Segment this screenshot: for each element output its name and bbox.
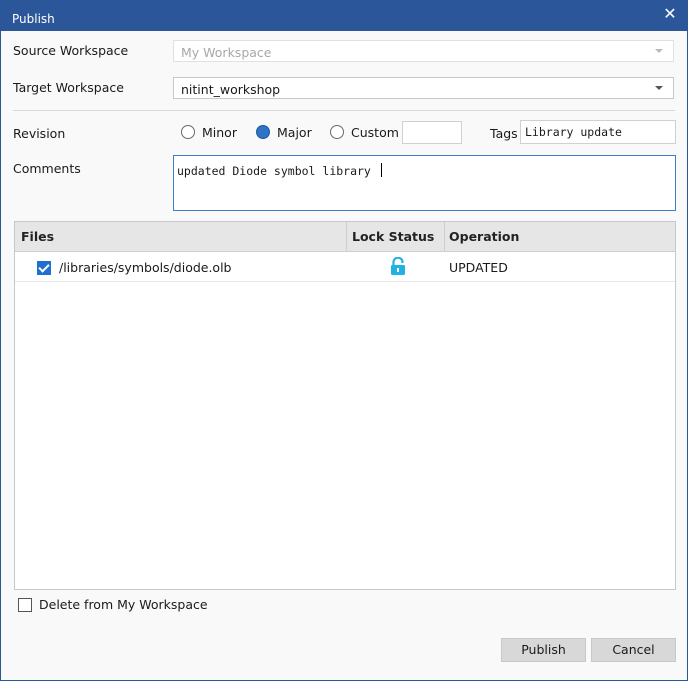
radio-custom-label: Custom xyxy=(351,125,399,140)
radio-minor-label: Minor xyxy=(202,125,237,140)
radio-major-circle[interactable] xyxy=(256,125,270,139)
custom-revision-input[interactable] xyxy=(402,121,462,144)
files-table: Files Lock Status Operation /libraries/s… xyxy=(14,221,676,590)
target-workspace-value: nitint_workshop xyxy=(181,82,281,97)
text-cursor xyxy=(381,163,382,177)
comments-label: Comments xyxy=(13,161,81,176)
operation-value: UPDATED xyxy=(449,260,508,275)
comments-textarea[interactable]: updated Diode symbol library xyxy=(173,155,676,211)
source-workspace-label: Source Workspace xyxy=(13,43,129,58)
source-workspace-select: My Workspace xyxy=(173,40,674,62)
column-divider[interactable] xyxy=(444,222,445,251)
tags-input[interactable]: Library update xyxy=(520,120,676,144)
tags-label: Tags xyxy=(490,126,518,141)
delete-from-workspace-label[interactable]: Delete from My Workspace xyxy=(39,597,208,612)
radio-minor-circle[interactable] xyxy=(181,125,195,139)
close-icon[interactable]: ✕ xyxy=(661,5,679,23)
target-workspace-label: Target Workspace xyxy=(13,80,124,95)
divider xyxy=(13,110,675,111)
radio-major-label: Major xyxy=(277,125,312,140)
source-workspace-value: My Workspace xyxy=(181,45,272,60)
column-header-files[interactable]: Files xyxy=(21,222,54,251)
column-header-lock-status[interactable]: Lock Status xyxy=(352,222,434,251)
files-table-header: Files Lock Status Operation xyxy=(15,222,675,252)
tags-value: Library update xyxy=(525,125,622,139)
file-checkbox[interactable] xyxy=(37,261,51,275)
title-bar[interactable]: Publish ✕ xyxy=(1,1,687,31)
chevron-down-icon[interactable] xyxy=(655,86,663,90)
file-path: /libraries/symbols/diode.olb xyxy=(59,260,232,275)
chevron-down-icon xyxy=(655,49,663,53)
dialog-title: Publish xyxy=(12,12,55,26)
comments-value: updated Diode symbol library xyxy=(177,164,371,178)
cancel-button[interactable]: Cancel xyxy=(591,638,676,662)
unlocked-icon xyxy=(390,256,406,278)
column-header-operation[interactable]: Operation xyxy=(449,222,519,251)
delete-from-workspace-checkbox[interactable] xyxy=(18,598,32,612)
publish-button[interactable]: Publish xyxy=(501,638,586,662)
publish-dialog: Publish ✕ Source Workspace My Workspace … xyxy=(0,0,688,681)
table-row[interactable]: /libraries/symbols/diode.olb UPDATED xyxy=(15,252,675,282)
radio-custom-circle[interactable] xyxy=(330,125,344,139)
target-workspace-select[interactable]: nitint_workshop xyxy=(173,77,674,99)
column-divider[interactable] xyxy=(346,222,347,251)
revision-label: Revision xyxy=(13,126,66,141)
